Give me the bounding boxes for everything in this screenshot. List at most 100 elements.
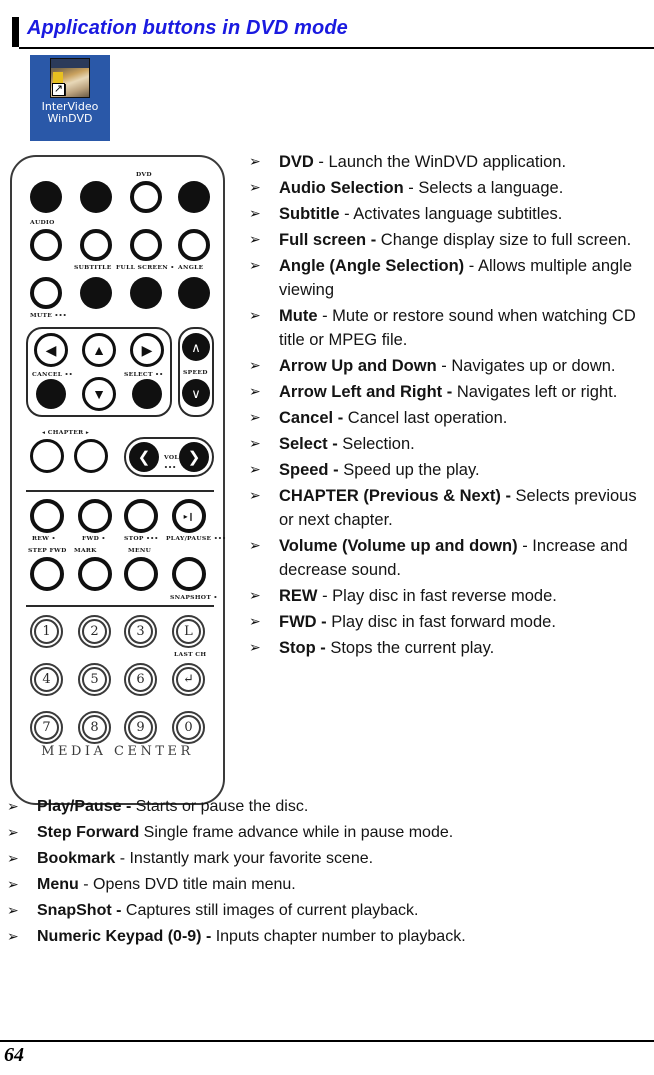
remote-button-r1c4[interactable] [178,181,210,213]
remote-button-play-pause[interactable]: ▸❙ [172,499,206,533]
feature-list-item-text: Menu - Opens DVD title main menu. [37,873,651,897]
keypad-key-6-label: 6 [128,667,153,692]
feature-list-item-text: Mute - Mute or restore sound when watchi… [279,304,654,352]
dpad-left-icon[interactable]: ◀ [34,333,68,367]
speed-down-icon[interactable]: ∨ [182,379,210,407]
remote-button-cancel[interactable] [36,379,66,409]
remote-button-r1c2[interactable] [80,181,112,213]
bullet-arrow-icon: ➢ [249,640,261,656]
feature-list-item: ➢ CHAPTER (Previous & Next) - Selects pre… [243,484,654,532]
remote-button-step-fwd[interactable] [30,557,64,591]
volume-up-icon[interactable]: ❯ [179,442,209,472]
feature-list-item-text: FWD - Play disc in fast forward mode. [279,610,654,634]
bullet-arrow-icon: ➢ [249,614,261,630]
dpad-down-icon[interactable]: ▼ [82,377,116,411]
dpad-right-icon[interactable]: ▶ [130,333,164,367]
remote-button-mute[interactable] [30,277,62,309]
bullet-arrow-icon: ➢ [249,538,261,554]
windvd-app-icon: ↗ [50,58,90,98]
remote-label-dvd: DVD [136,171,152,178]
remote-button-r3c4[interactable] [178,277,210,309]
remote-button-stop[interactable] [124,499,158,533]
keypad-key-last-ch[interactable]: L [172,615,205,648]
feature-list-item-text: DVD - Launch the WinDVD application. [279,150,654,174]
feature-list-item-text: Step Forward Single frame advance while … [37,821,651,845]
remote-button-menu[interactable] [124,557,158,591]
feature-term: Select - [279,435,338,453]
feature-list-item-text: Angle (Angle Selection) - Allows multipl… [279,254,654,302]
feature-term: Arrow Up and Down [279,357,437,375]
bullet-arrow-icon: ➢ [249,588,261,604]
feature-list-item: ➢ DVD - Launch the WinDVD application. [243,150,654,174]
shortcut-arrow-icon: ↗ [52,83,65,96]
feature-list-item-text: Full screen - Change display size to ful… [279,228,654,252]
remote-button-angle[interactable] [178,229,210,261]
feature-list-item: ➢ Speed - Speed up the play. [243,458,654,482]
remote-button-full-screen[interactable] [130,229,162,261]
remote-button-rew[interactable] [30,499,64,533]
remote-button-mark[interactable] [78,557,112,591]
keypad-key-4[interactable]: 4 [30,663,63,696]
remote-label-angle: ANGLE [178,264,204,271]
bullet-arrow-icon: ➢ [249,462,261,478]
keypad-key-3[interactable]: 3 [124,615,157,648]
keypad-key-2[interactable]: 2 [78,615,111,648]
feature-term: FWD - [279,613,327,631]
bullet-arrow-icon: ➢ [7,929,19,945]
keypad-key-5[interactable]: 5 [78,663,111,696]
keypad-key-3-label: 3 [128,619,153,644]
bullet-arrow-icon: ➢ [7,851,19,867]
remote-button-r1c1[interactable] [30,181,62,213]
keypad-key-6[interactable]: 6 [124,663,157,696]
bullet-arrow-icon: ➢ [249,358,261,374]
remote-button-r3c3[interactable] [130,277,162,309]
volume-down-icon[interactable]: ❮ [129,442,159,472]
feature-term: Mute [279,307,318,325]
feature-description: - Mute or restore sound when watching CD… [279,307,636,349]
remote-control-illustration: DVD AUDIO SUBTITLE FULL SCREEN • ANGLE M… [10,155,226,805]
remote-button-subtitle[interactable] [80,229,112,261]
page-header: Application buttons in DVD mode [0,16,654,49]
keypad-key-0[interactable]: 0 [172,711,205,744]
desktop-icon-label: InterVideo WinDVD [42,101,99,125]
remote-button-fwd[interactable] [78,499,112,533]
bullet-arrow-icon: ➢ [249,206,261,222]
keypad-key-enter[interactable]: ↵ [172,663,205,696]
remote-button-chapter-prev[interactable] [30,439,64,473]
remote-button-snapshot[interactable] [172,557,206,591]
feature-list-item-text: Select - Selection. [279,432,654,456]
remote-label-full-screen: FULL SCREEN • [116,264,175,271]
feature-list-item-text: Audio Selection - Selects a language. [279,176,654,200]
remote-button-r3c2[interactable] [80,277,112,309]
remote-button-dvd[interactable] [130,181,162,213]
feature-list-item: ➢ Stop - Stops the current play. [243,636,654,660]
feature-term: Cancel - [279,409,344,427]
keypad-key-1[interactable]: 1 [30,615,63,648]
speed-up-icon[interactable]: ∧ [182,333,210,361]
keypad-key-7[interactable]: 7 [30,711,63,744]
keypad-key-0-label: 0 [176,715,201,740]
remote-label-volume-dots: ••• [164,464,177,471]
enter-icon: ↵ [176,667,201,692]
remote-button-audio[interactable] [30,229,62,261]
header-divider [19,47,654,49]
feature-description: - Navigates up or down. [436,357,616,375]
dpad-up-icon[interactable]: ▲ [82,333,116,367]
remote-button-chapter-next[interactable] [74,439,108,473]
bullet-arrow-icon: ➢ [249,488,261,504]
bullet-arrow-icon: ➢ [249,258,261,274]
remote-label-menu: MENU [128,547,152,554]
feature-list-item: ➢ Angle (Angle Selection) - Allows multip… [243,254,654,302]
remote-label-last-ch: LAST CH [174,651,207,658]
keypad-key-9[interactable]: 9 [124,711,157,744]
feature-description: Change display size to full screen. [376,231,632,249]
intervideo-windvd-desktop-icon[interactable]: ↗ InterVideo WinDVD [30,55,110,141]
feature-term: DVD [279,153,314,171]
bullet-arrow-icon: ➢ [249,308,261,324]
keypad-key-8[interactable]: 8 [78,711,111,744]
remote-divider-2 [26,605,214,607]
keypad-key-4-label: 4 [34,667,59,692]
remote-button-select[interactable] [132,379,162,409]
keypad-key-2-label: 2 [82,619,107,644]
bullet-arrow-icon: ➢ [249,436,261,452]
